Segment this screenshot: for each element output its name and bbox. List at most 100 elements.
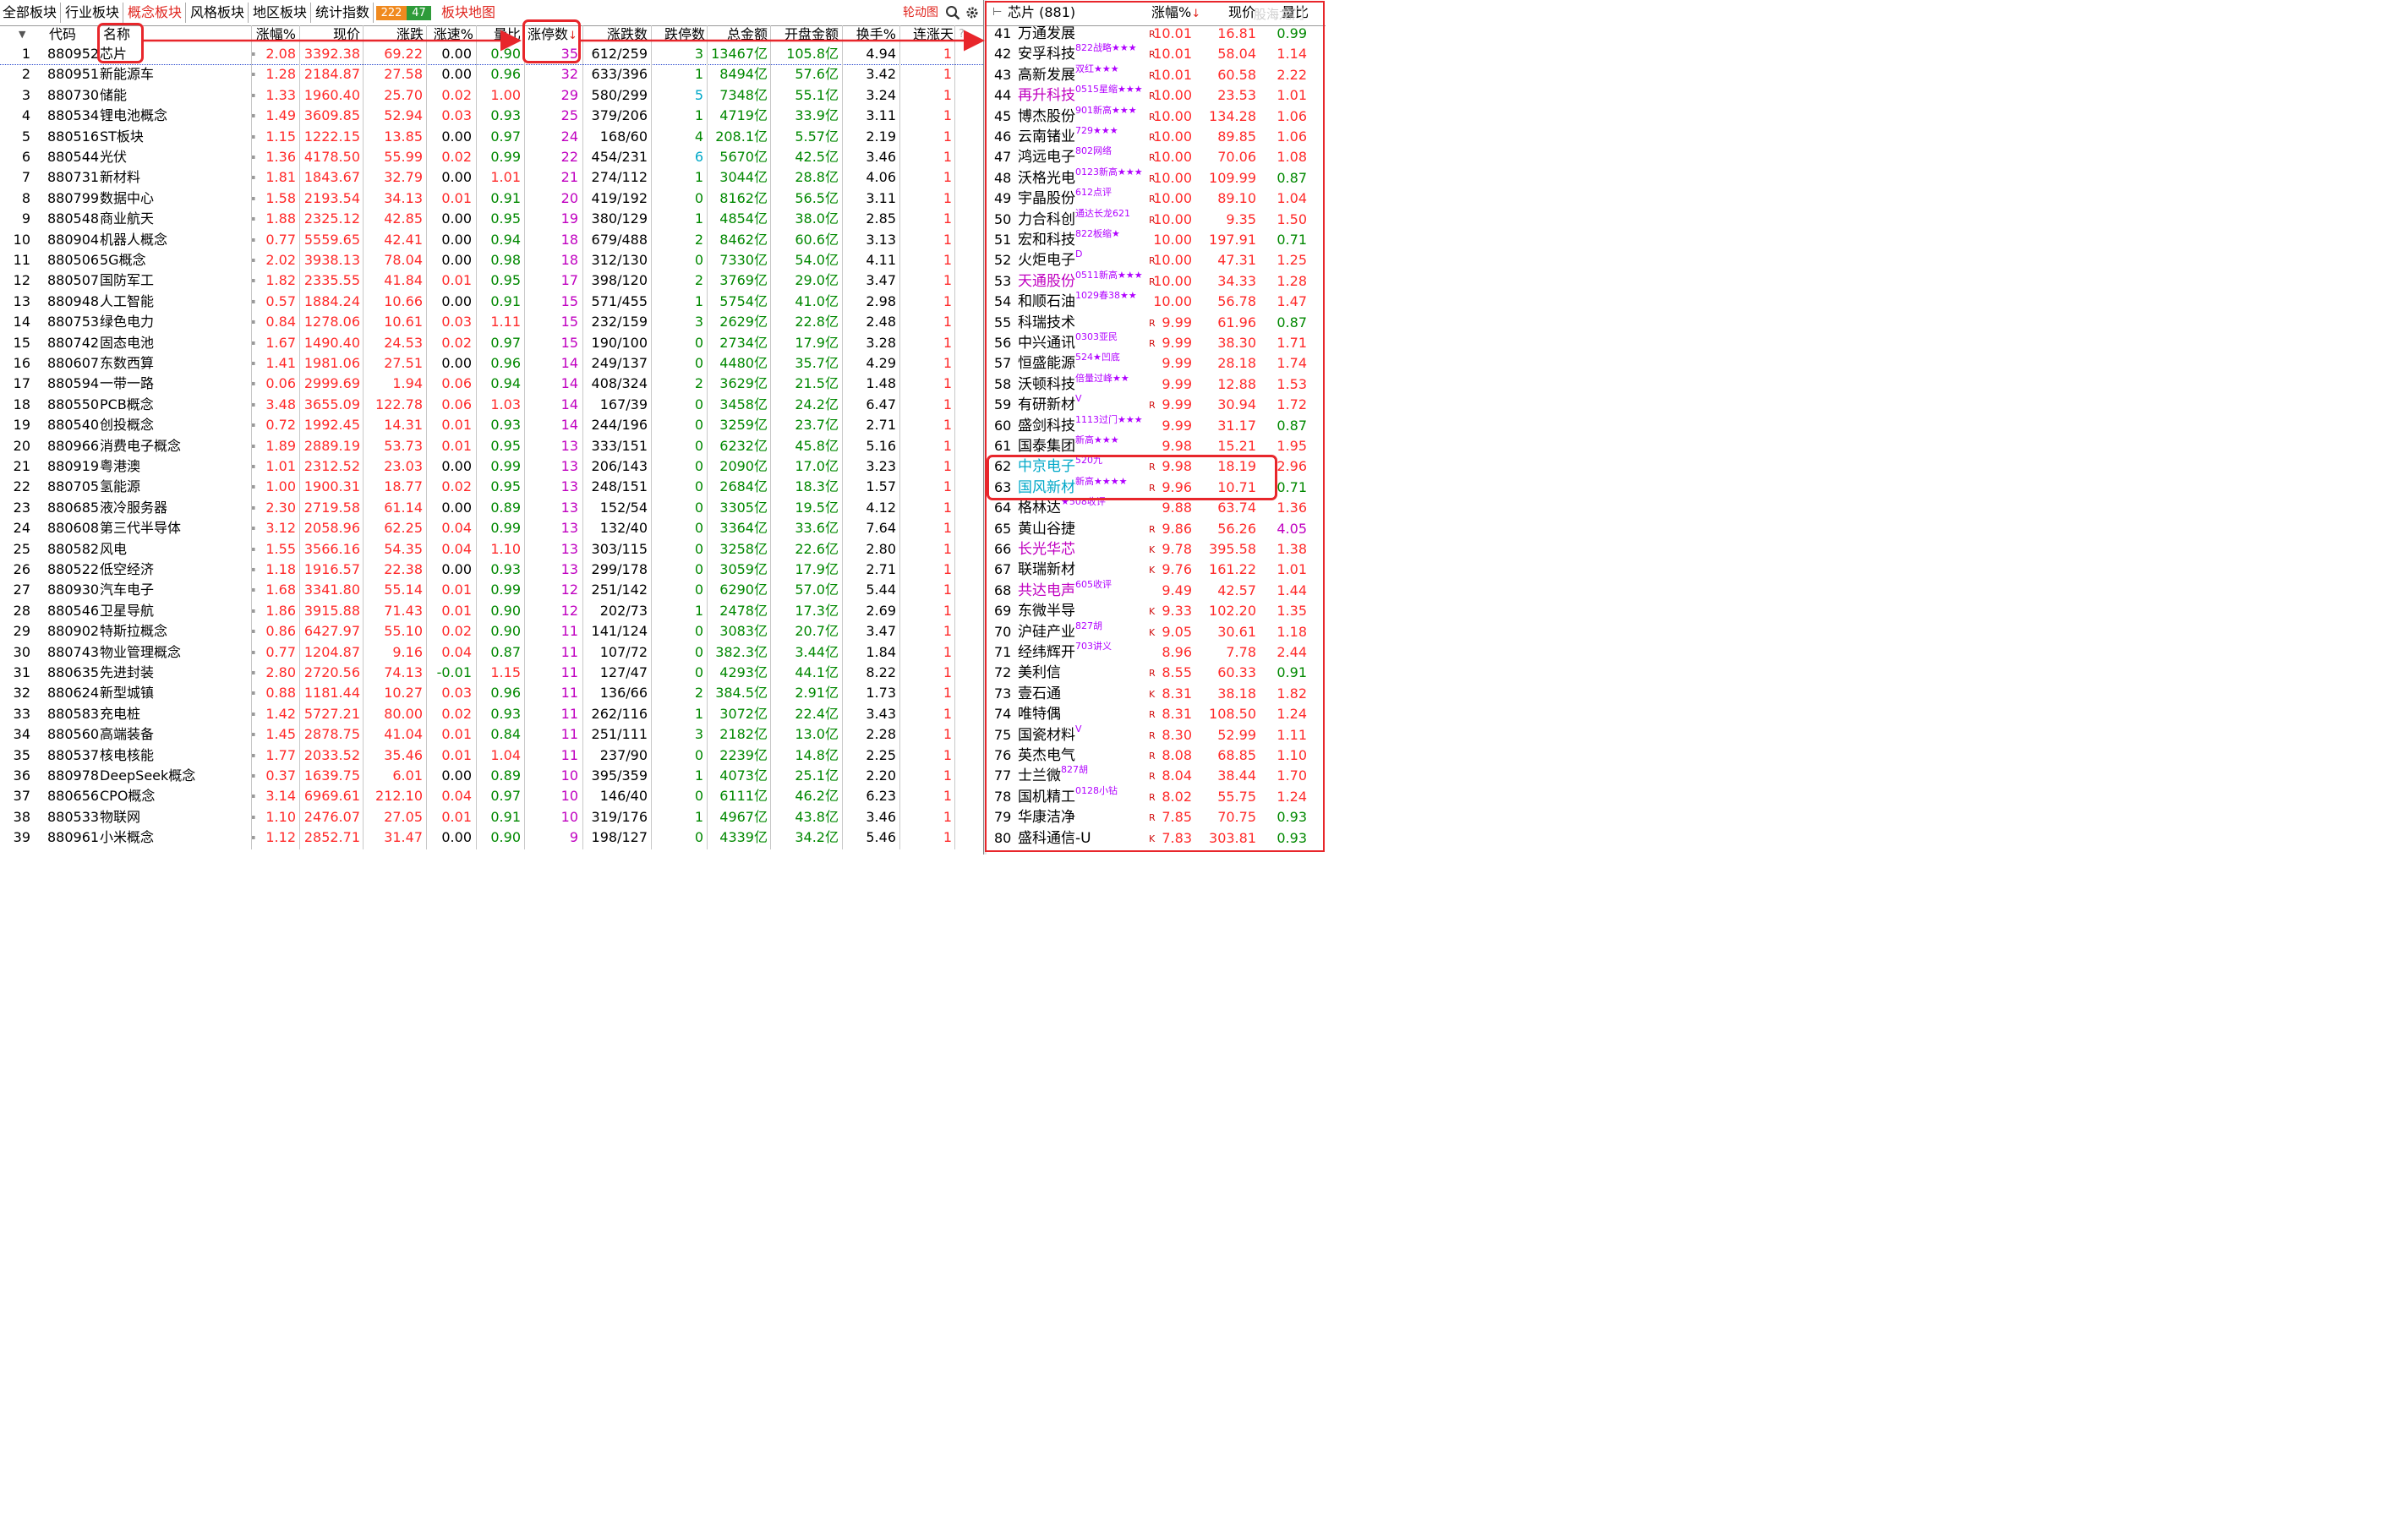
sector-up-days: 1 bbox=[943, 334, 952, 351]
sector-row[interactable]: 4 880534 锂电池概念 1.49 3609.85 52.94 0.03 0.93 25 37… bbox=[0, 106, 983, 126]
sector-map-link[interactable]: 板块地图 bbox=[441, 3, 495, 23]
sector-row-number: 24 bbox=[13, 520, 30, 537]
sector-turnover: 3.42 bbox=[866, 66, 896, 83]
sector-total-amount: 3305亿 bbox=[719, 499, 768, 516]
sector-price: 2719.58 bbox=[303, 499, 360, 516]
sector-price: 3566.16 bbox=[303, 540, 360, 557]
sector-limit-up-count: 32 bbox=[560, 66, 578, 83]
col-total-amount[interactable]: 总金额 bbox=[712, 25, 768, 44]
sector-open-amount: 23.7亿 bbox=[795, 417, 839, 434]
collapse-icon[interactable]: ▼ bbox=[19, 25, 25, 44]
sector-turnover: 3.13 bbox=[866, 231, 896, 248]
sector-row[interactable]: 30 880743 物业管理概念 0.77 1204.87 9.16 0.04 0.87 11 1… bbox=[0, 642, 983, 663]
sector-row[interactable]: 31 880635 先进封装 2.80 2720.56 74.13 -0.01 1.15 11 1… bbox=[0, 663, 983, 683]
sector-row[interactable]: 23 880685 液冷服务器 2.30 2719.58 61.14 0.00 0.89 13 1… bbox=[0, 498, 983, 518]
sector-price: 2193.54 bbox=[303, 189, 360, 206]
sector-row[interactable]: 26 880522 低空经济 1.18 1916.57 22.38 0.00 0.93 13 29… bbox=[0, 560, 983, 580]
sector-row[interactable]: 8 880799 数据中心 1.58 2193.54 34.13 0.01 0.91 20 419… bbox=[0, 188, 983, 209]
col-turnover[interactable]: 换手% bbox=[845, 25, 896, 44]
tab-industry-sectors[interactable]: 行业板块 bbox=[63, 3, 123, 23]
col-change[interactable]: 涨跌 bbox=[385, 25, 424, 44]
col-up-down[interactable]: 涨跌数 bbox=[592, 25, 648, 44]
sector-limit-up-count: 14 bbox=[560, 355, 578, 371]
sector-change: 23.03 bbox=[384, 458, 423, 474]
sector-up-down: 251/111 bbox=[591, 726, 648, 743]
col-change-pct[interactable]: 涨幅% bbox=[250, 25, 296, 44]
sector-row[interactable]: 25 880582 风电 1.55 3566.16 54.35 0.04 1.10 13 303/… bbox=[0, 539, 983, 560]
tab-concept-sectors[interactable]: 概念板块 bbox=[125, 3, 186, 23]
sector-row[interactable]: 22 880705 氢能源 1.00 1900.31 18.77 0.02 0.95 13 248… bbox=[0, 477, 983, 497]
sector-row[interactable]: 28 880546 卫星导航 1.86 3915.88 71.43 0.01 0.90 12 20… bbox=[0, 601, 983, 621]
sector-price: 2033.52 bbox=[303, 746, 360, 763]
sector-row[interactable]: 24 880608 第三代半导体 3.12 2058.96 62.25 0.04 0.99 13… bbox=[0, 518, 983, 538]
sector-row[interactable]: 1 880952 芯片 2.08 3392.38 69.22 0.00 0.90 35 612/2… bbox=[0, 44, 983, 66]
sector-row[interactable]: 3 880730 储能 1.33 1960.40 25.70 0.02 1.00 29 580/2… bbox=[0, 85, 983, 106]
rotation-chart-link[interactable]: 轮动图 bbox=[903, 3, 938, 22]
sector-row-number: 35 bbox=[13, 746, 30, 763]
sector-up-days: 1 bbox=[943, 458, 952, 474]
col-up-days[interactable]: 连涨天 bbox=[901, 25, 954, 44]
sector-sector-code: 880978 bbox=[47, 767, 100, 784]
col-open-amount[interactable]: 开盘金额 bbox=[769, 25, 839, 44]
sector-row-number: 33 bbox=[13, 705, 30, 722]
sector-sector-code: 880951 bbox=[47, 66, 100, 83]
sector-up-down: 312/130 bbox=[591, 252, 648, 268]
sector-row[interactable]: 34 880560 高端装备 1.45 2878.75 41.04 0.01 0.84 11 25… bbox=[0, 724, 983, 745]
sector-row[interactable]: 14 880753 绿色电力 0.84 1278.06 10.61 0.03 1.11 15 23… bbox=[0, 312, 983, 332]
sector-row[interactable]: 13 880948 人工智能 0.57 1884.24 10.66 0.00 0.91 15 57… bbox=[0, 292, 983, 312]
sector-row[interactable]: 36 880978 DeepSeek概念 0.37 1639.75 6.01 0.00 0.8… bbox=[0, 766, 983, 786]
sector-limit-up-count: 11 bbox=[560, 746, 578, 763]
sector-row[interactable]: 12 880507 国防军工 1.82 2335.55 41.84 0.01 0.95 17 39… bbox=[0, 270, 983, 291]
sector-limit-up-count: 11 bbox=[560, 705, 578, 722]
tab-stat-index[interactable]: 统计指数 bbox=[313, 3, 374, 23]
sector-turnover: 3.24 bbox=[866, 86, 896, 103]
gear-icon[interactable] bbox=[965, 5, 980, 20]
sector-open-amount: 105.8亿 bbox=[786, 46, 839, 62]
sector-open-amount: 17.9亿 bbox=[795, 334, 839, 351]
sector-up-days: 1 bbox=[943, 767, 952, 784]
sector-turnover: 2.28 bbox=[866, 726, 896, 743]
sector-row-number: 26 bbox=[13, 561, 30, 577]
sector-row[interactable]: 33 880583 充电桩 1.42 5727.21 80.00 0.02 0.93 11 262… bbox=[0, 704, 983, 724]
sector-limit-up-count: 15 bbox=[560, 314, 578, 330]
sector-up-days: 1 bbox=[943, 705, 952, 722]
col-volume-ratio[interactable]: 量比 bbox=[482, 25, 521, 44]
sector-row[interactable]: 6 880544 光伏 1.36 4178.50 55.99 0.02 0.99 22 454/2… bbox=[0, 147, 983, 167]
col-speed[interactable]: 涨速% bbox=[426, 25, 473, 44]
sector-row[interactable]: 29 880902 特斯拉概念 0.86 6427.97 55.10 0.02 0.90 11 1… bbox=[0, 621, 983, 642]
sector-up-down: 679/488 bbox=[591, 231, 648, 248]
sector-row[interactable]: 16 880607 东数西算 1.41 1981.06 27.51 0.00 0.96 14 24… bbox=[0, 353, 983, 374]
col-code[interactable]: 代码 bbox=[49, 25, 76, 44]
col-price[interactable]: 现价 bbox=[321, 25, 360, 44]
search-icon[interactable] bbox=[945, 5, 960, 20]
sector-row-number: 32 bbox=[13, 685, 30, 702]
tab-region-sectors[interactable]: 地区板块 bbox=[250, 3, 311, 23]
sector-row[interactable]: 9 880548 商业航天 1.88 2325.12 42.85 0.00 0.95 19 380… bbox=[0, 209, 983, 229]
sector-row[interactable]: 5 880516 ST板块 1.15 1222.15 13.85 0.00 0.97 24 168… bbox=[0, 127, 983, 147]
sector-row[interactable]: 38 880533 物联网 1.10 2476.07 27.05 0.01 0.91 10 319… bbox=[0, 807, 983, 827]
sector-row[interactable]: 37 880656 CPO概念 3.14 6969.61 212.10 0.04 0.97 10… bbox=[0, 786, 983, 806]
sector-row[interactable]: 39 880961 小米概念 1.12 2852.71 31.47 0.00 0.90 9 198… bbox=[0, 827, 983, 848]
sector-open-amount: 34.2亿 bbox=[795, 829, 839, 846]
sector-row[interactable]: 10 880904 机器人概念 0.77 5559.65 42.41 0.00 0.94 18 6… bbox=[0, 230, 983, 250]
sector-sector-code: 880948 bbox=[47, 292, 100, 309]
sector-row[interactable]: 7 880731 新材料 1.81 1843.67 32.79 0.00 1.01 21 274/… bbox=[0, 167, 983, 188]
sector-row[interactable]: 18 880550 PCB概念 3.48 3655.09 122.78 0.06 1.03 14… bbox=[0, 395, 983, 415]
help-icon[interactable]: ? bbox=[959, 25, 965, 44]
sector-row[interactable]: 2 880951 新能源车 1.28 2184.87 27.58 0.00 0.96 32 633… bbox=[0, 64, 983, 85]
sector-row[interactable]: 35 880537 核电核能 1.77 2033.52 35.46 0.01 1.04 11 23… bbox=[0, 745, 983, 766]
tab-all-sectors[interactable]: 全部板块 bbox=[0, 3, 61, 23]
sector-row[interactable]: 20 880966 消费电子概念 1.89 2889.19 53.73 0.01 0.95 13… bbox=[0, 436, 983, 456]
sector-row[interactable]: 27 880930 汽车电子 1.68 3341.80 55.14 0.01 0.99 12 25… bbox=[0, 580, 983, 600]
sector-row[interactable]: 19 880540 创投概念 0.72 1992.45 14.31 0.01 0.93 14 24… bbox=[0, 415, 983, 435]
col-limit-down-count[interactable]: 跌停数 bbox=[651, 25, 705, 44]
tab-style-sectors[interactable]: 风格板块 bbox=[188, 3, 249, 23]
sector-change: 9.16 bbox=[392, 643, 423, 660]
sector-row[interactable]: 11 880506 5G概念 2.02 3938.13 78.04 0.00 0.98 18 31… bbox=[0, 250, 983, 270]
sector-row[interactable]: 15 880742 固态电池 1.67 1490.40 24.53 0.02 0.97 15 19… bbox=[0, 333, 983, 353]
sector-row[interactable]: 17 880594 一带一路 0.06 2999.69 1.94 0.06 0.94 14 408… bbox=[0, 374, 983, 394]
sector-price: 1222.15 bbox=[303, 128, 360, 145]
sector-row[interactable]: 32 880624 新型城镇 0.88 1181.44 10.27 0.03 0.96 11 13… bbox=[0, 683, 983, 703]
sector-row[interactable]: 21 880919 粤港澳 1.01 2312.52 23.03 0.00 0.99 13 206… bbox=[0, 456, 983, 477]
sector-up-down: 202/73 bbox=[599, 602, 648, 619]
